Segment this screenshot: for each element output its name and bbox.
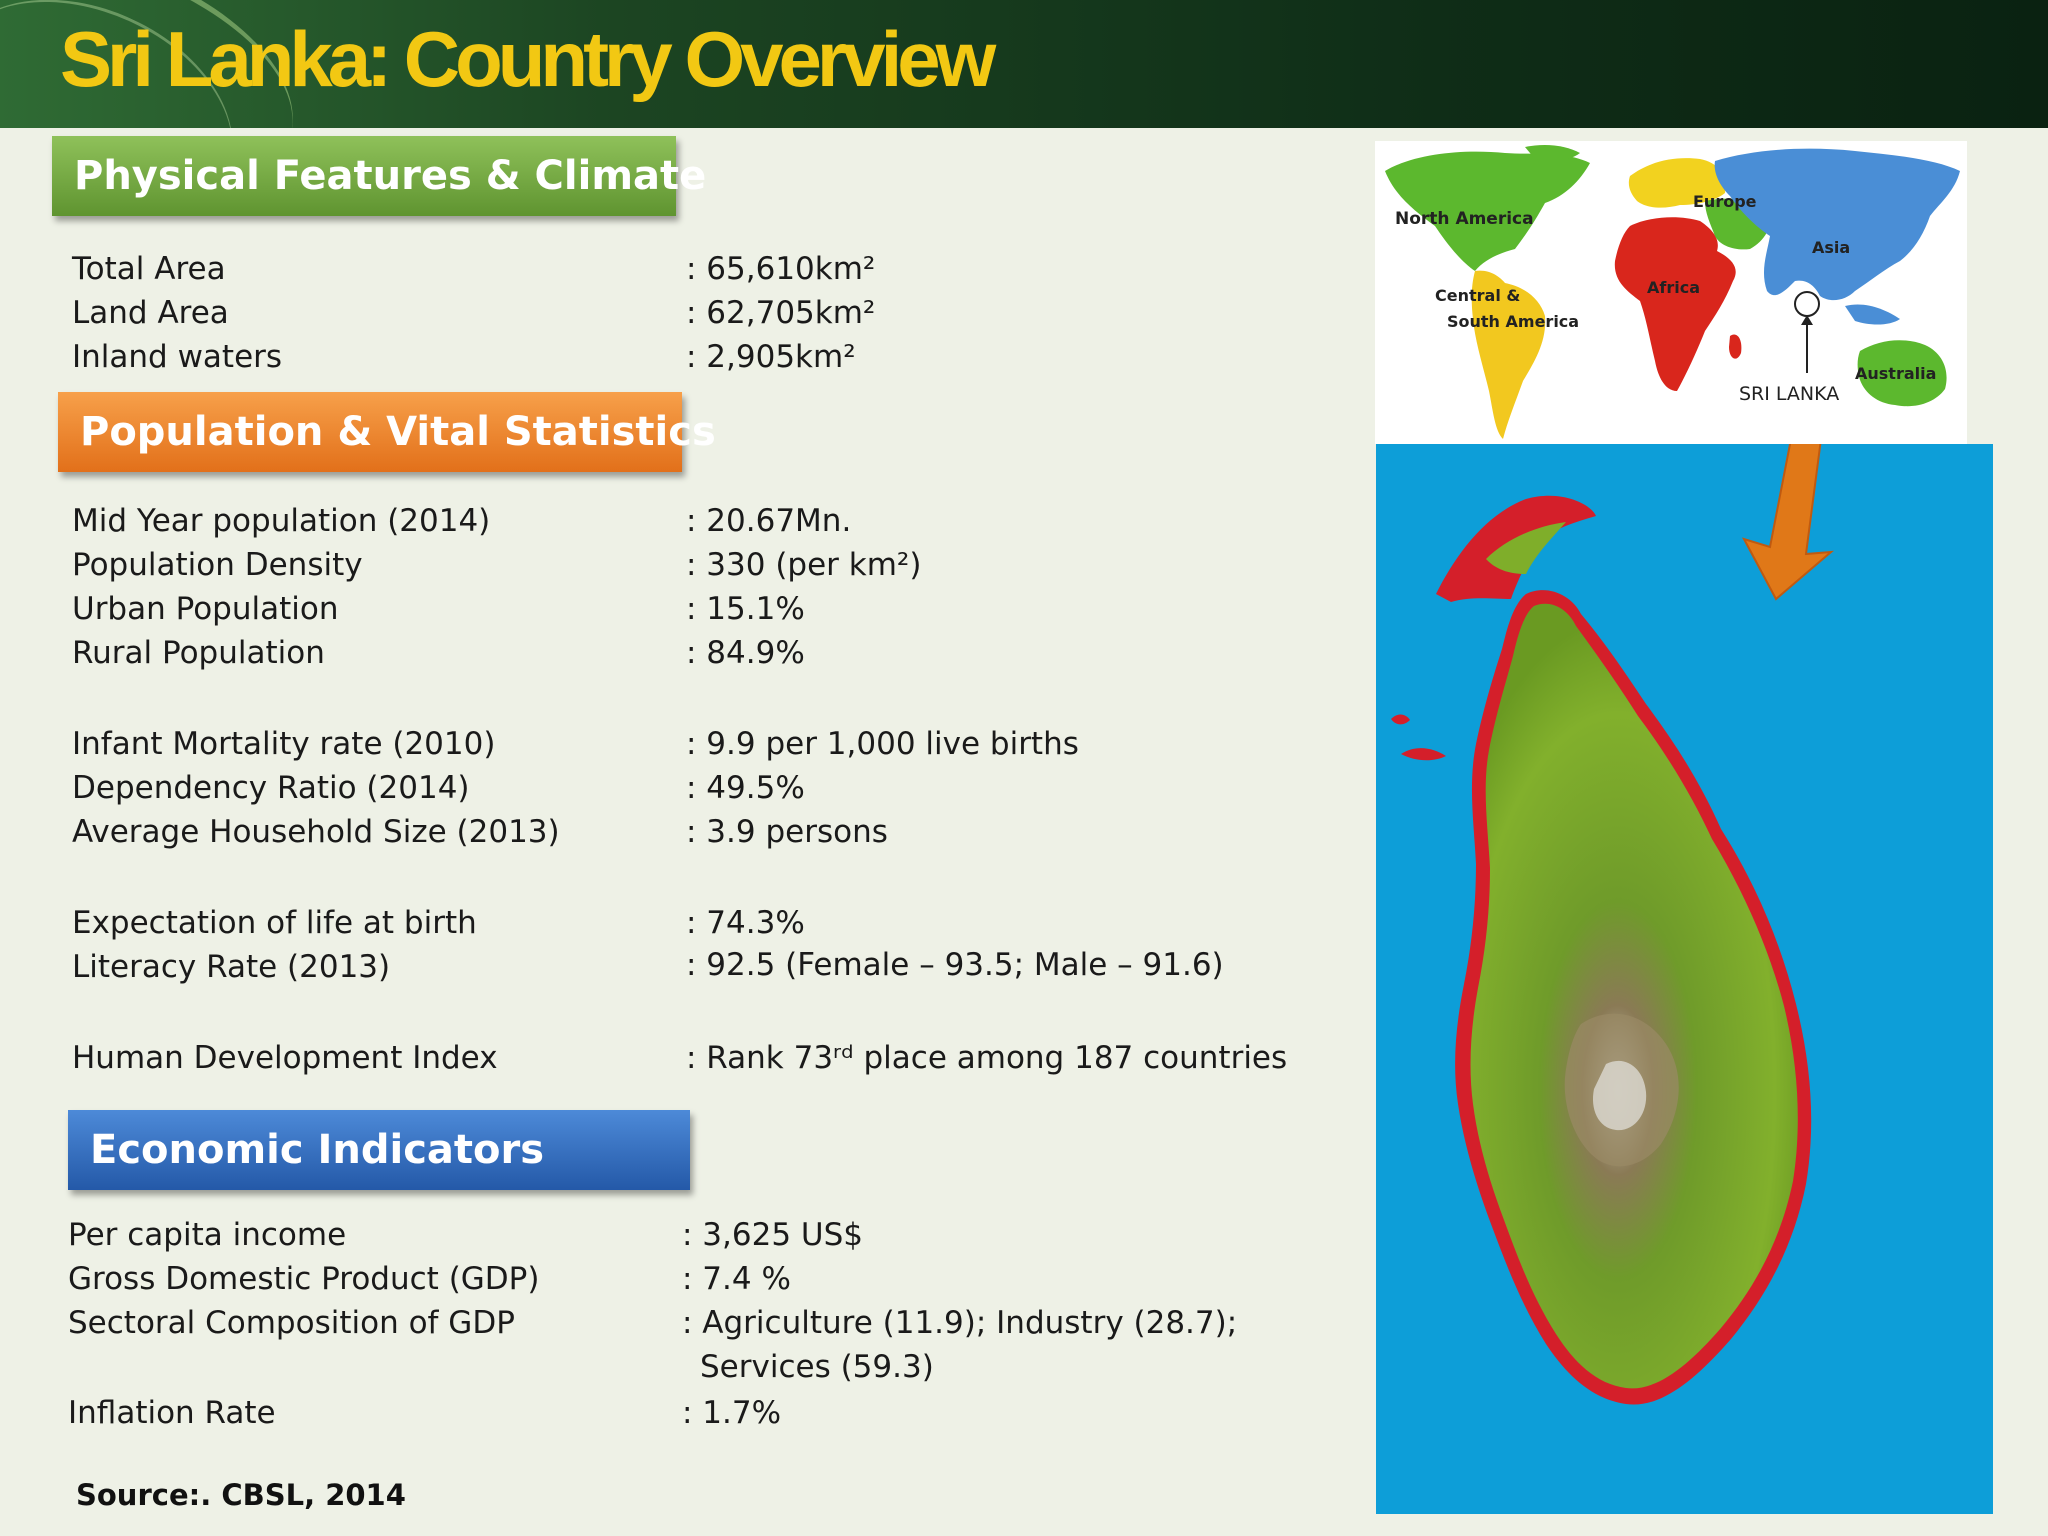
adams-bridge-islet: [1391, 714, 1410, 725]
stat-label: Rural Population: [72, 635, 325, 671]
stat-value: : 92.5 (Female – 93.5; Male – 91.6): [686, 947, 1224, 983]
stat-value: : 7.4 %: [682, 1261, 791, 1297]
stat-value: : 3,625 US$: [682, 1217, 863, 1253]
section-heading-population: Population & Vital Statistics: [58, 392, 716, 472]
stat-label: Land Area: [72, 295, 229, 331]
stat-label: Sectoral Composition of GDP: [68, 1305, 515, 1341]
title-bar: Sri Lanka: Country Overview: [0, 0, 2048, 128]
stat-label: Inflation Rate: [68, 1395, 276, 1431]
stat-value: : 9.9 per 1,000 live births: [686, 726, 1079, 762]
stat-label: Total Area: [72, 251, 226, 287]
stat-label: Expectation of life at birth: [72, 905, 477, 941]
stat-value-continued: Services (59.3): [700, 1349, 934, 1385]
section-heading-economic: Economic Indicators: [68, 1110, 690, 1190]
stat-value: : 62,705km²: [686, 295, 876, 331]
stat-label: Urban Population: [72, 591, 339, 627]
sri-lanka-relief-map: [1376, 444, 1993, 1514]
stat-label: Per capita income: [68, 1217, 347, 1253]
africa-shape: [1614, 217, 1736, 391]
stat-value: : 65,610km²: [686, 251, 876, 287]
sri-lanka-marker: [1794, 291, 1820, 317]
stat-value: : 1.7%: [682, 1395, 782, 1431]
map-label-sri-lanka: SRI LANKA: [1739, 383, 1839, 405]
stat-value: : Rank 73ʳᵈ place among 187 countries: [686, 1040, 1288, 1076]
stat-value: : Agriculture (11.9); Industry (28.7);: [682, 1305, 1238, 1341]
section-heading-physical: Physical Features & Climate: [52, 136, 706, 216]
map-label-central-america: Central &: [1435, 286, 1520, 305]
sri-lanka-island-graphic: [1391, 444, 1834, 1405]
pointer-arrowhead: [1801, 315, 1813, 325]
stat-label: Human Development Index: [72, 1040, 498, 1076]
stat-value: : 20.67Mn.: [686, 503, 852, 539]
stat-value: : 3.9 persons: [686, 814, 888, 850]
map-label-europe: Europe: [1693, 192, 1757, 211]
stat-value: : 49.5%: [686, 770, 805, 806]
mannar-islet: [1401, 748, 1446, 761]
stat-value: : 330 (per km²): [686, 547, 922, 583]
stat-label: Population Density: [72, 547, 363, 583]
map-label-australia: Australia: [1855, 364, 1936, 383]
world-map: North America Central & South America Eu…: [1375, 141, 1967, 444]
source-note: Source:. CBSL, 2014: [76, 1478, 406, 1512]
stat-value: : 2,905km²: [686, 339, 856, 375]
indonesia-shape: [1845, 304, 1900, 325]
world-map-graphic: North America Central & South America Eu…: [1385, 145, 1960, 439]
stat-label: Mid Year population (2014): [72, 503, 491, 539]
stat-label: Infant Mortality rate (2010): [72, 726, 496, 762]
map-label-africa: Africa: [1647, 278, 1700, 297]
stat-value: : 84.9%: [686, 635, 805, 671]
map-label-north-america: North America: [1395, 209, 1534, 229]
down-arrow-icon: [1741, 444, 1834, 601]
madagascar-shape: [1729, 334, 1742, 359]
page-title: Sri Lanka: Country Overview: [60, 15, 996, 103]
stat-label: Inland waters: [72, 339, 283, 375]
map-label-south-america: South America: [1447, 312, 1579, 331]
stat-label: Average Household Size (2013): [72, 814, 560, 850]
stat-label: Gross Domestic Product (GDP): [68, 1261, 540, 1297]
stat-value: : 74.3%: [686, 905, 805, 941]
map-label-asia: Asia: [1812, 238, 1850, 257]
stat-label: Literacy Rate (2013): [72, 949, 391, 985]
stat-value: : 15.1%: [686, 591, 805, 627]
stat-label: Dependency Ratio (2014): [72, 770, 470, 806]
